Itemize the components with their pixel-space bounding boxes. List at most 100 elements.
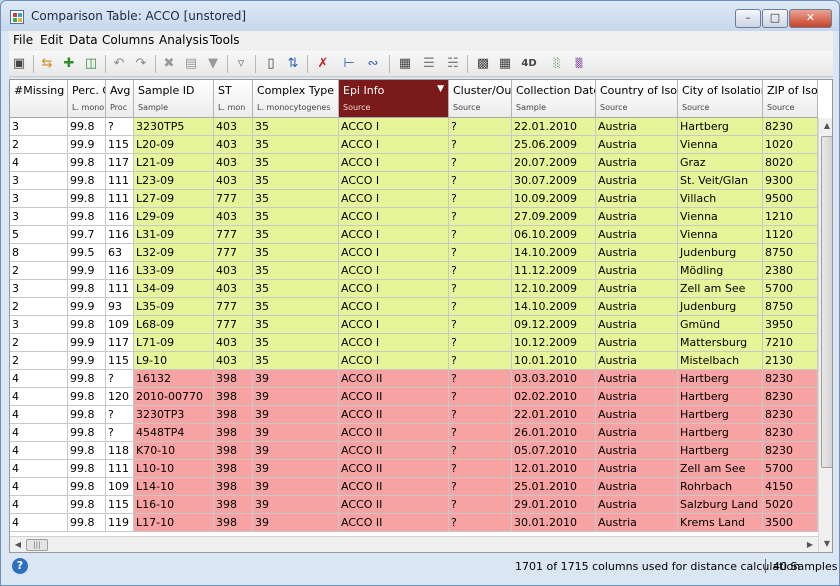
cell-average[interactable]: ? (106, 118, 134, 136)
cell-zip[interactable]: 8750 (763, 298, 818, 316)
column-header-city[interactable]: City of Isolation Source (678, 80, 763, 118)
cell-missing-values[interactable]: 3 (10, 316, 68, 334)
scroll-down-icon[interactable]: ▼ (819, 536, 832, 552)
cell-city[interactable]: St. Veit/Glan (678, 172, 763, 190)
table-row[interactable]: 4 99.8 109 L14-10 398 39 ACCO II? 25.01.2010 Aus… (10, 478, 818, 496)
cell-collection-date[interactable]: 29.01.2010 (512, 496, 596, 514)
column-header-missing-values[interactable]: #Missing v (10, 80, 68, 118)
filter-icon[interactable]: ▿ (231, 54, 251, 74)
4d-button[interactable]: 4D (517, 54, 541, 74)
menu-tools[interactable]: Tools (210, 33, 240, 47)
cell-missing-values[interactable]: 4 (10, 370, 68, 388)
cell-city[interactable]: Zell am See (678, 280, 763, 298)
cell-percent-good[interactable]: 99.9 (68, 352, 106, 370)
cell-city[interactable]: Vienna (678, 226, 763, 244)
cell-country[interactable]: Austria (596, 298, 678, 316)
tree-icon[interactable]: ⊢ (339, 54, 359, 74)
cell-complex-type[interactable]: 39 (253, 406, 339, 424)
cell-zip[interactable]: 8750 (763, 244, 818, 262)
cell-sequence-type[interactable]: 398 (214, 478, 253, 496)
table-row[interactable]: 4 99.8 120 2010-00770 398 39 ACCO II? 02.02.201… (10, 388, 818, 406)
cell-country[interactable]: Austria (596, 424, 678, 442)
cell-country[interactable]: Austria (596, 388, 678, 406)
cell-cluster-outbreak[interactable]: ? (449, 406, 512, 424)
cell-zip[interactable]: 2130 (763, 352, 818, 370)
cell-cluster-outbreak[interactable]: ? (449, 496, 512, 514)
cell-sample-id[interactable]: L16-10 (134, 496, 214, 514)
cell-average[interactable]: 109 (106, 478, 134, 496)
cell-sample-id[interactable]: L9-10 (134, 352, 214, 370)
cell-complex-type[interactable]: 35 (253, 118, 339, 136)
cell-epi-info[interactable]: ACCO I (339, 280, 449, 298)
cell-missing-values[interactable]: 4 (10, 154, 68, 172)
cell-collection-date[interactable]: 14.10.2009 (512, 244, 596, 262)
cell-percent-good[interactable]: 99.8 (68, 496, 106, 514)
cell-complex-type[interactable]: 35 (253, 154, 339, 172)
cell-average[interactable]: 116 (106, 208, 134, 226)
table-row[interactable]: 2 99.9 93 L35-09 777 35 ACCO I? 14.10.2009 Austr… (10, 298, 818, 316)
cell-city[interactable]: Judenburg (678, 298, 763, 316)
cell-zip[interactable]: 8230 (763, 370, 818, 388)
sequence-color-icon[interactable]: ▒ (569, 54, 589, 74)
cell-cluster-outbreak[interactable]: ? (449, 316, 512, 334)
cell-zip[interactable]: 5700 (763, 280, 818, 298)
cell-cluster-outbreak[interactable]: ? (449, 244, 512, 262)
cell-missing-values[interactable]: 3 (10, 118, 68, 136)
list-icon[interactable]: ☰ (419, 54, 439, 74)
collapse-rows-icon[interactable]: ▤ (181, 54, 201, 74)
cell-zip[interactable]: 3950 (763, 316, 818, 334)
cell-country[interactable]: Austria (596, 190, 678, 208)
redo-icon[interactable]: ↷ (131, 54, 151, 74)
cell-percent-good[interactable]: 99.9 (68, 334, 106, 352)
cell-cluster-outbreak[interactable]: ? (449, 388, 512, 406)
cell-complex-type[interactable]: 35 (253, 352, 339, 370)
cell-percent-good[interactable]: 99.8 (68, 118, 106, 136)
table-row[interactable]: 4 99.8 111 L10-10 398 39 ACCO II? 12.01.2010 Aus… (10, 460, 818, 478)
remove-tree-icon[interactable]: ✗ (313, 54, 333, 74)
table-row[interactable]: 4 99.8 115 L16-10 398 39 ACCO II? 29.01.2010 Aus… (10, 496, 818, 514)
cell-sequence-type[interactable]: 777 (214, 244, 253, 262)
column-header-collection-date[interactable]: Collection Date Sample (512, 80, 596, 118)
cell-missing-values[interactable]: 4 (10, 406, 68, 424)
cell-country[interactable]: Austria (596, 262, 678, 280)
cell-city[interactable]: Mödling (678, 262, 763, 280)
help-icon[interactable]: ? (12, 558, 28, 574)
cell-missing-values[interactable]: 2 (10, 136, 68, 154)
cell-cluster-outbreak[interactable]: ? (449, 208, 512, 226)
cell-country[interactable]: Austria (596, 136, 678, 154)
cell-zip[interactable]: 4150 (763, 478, 818, 496)
column-header-country[interactable]: Country of Isol Source (596, 80, 678, 118)
cell-sequence-type[interactable]: 777 (214, 298, 253, 316)
cell-average[interactable]: 109 (106, 316, 134, 334)
cell-cluster-outbreak[interactable]: ? (449, 298, 512, 316)
cell-missing-values[interactable]: 4 (10, 478, 68, 496)
cell-sample-id[interactable]: L27-09 (134, 190, 214, 208)
cell-missing-values[interactable]: 2 (10, 352, 68, 370)
cell-cluster-outbreak[interactable]: ? (449, 190, 512, 208)
column-header-epi-info[interactable]: Epi Info Source ▼ (339, 80, 449, 118)
merge-rows-icon[interactable]: ▼ (203, 54, 223, 74)
cell-sequence-type[interactable]: 398 (214, 424, 253, 442)
cell-collection-date[interactable]: 06.10.2009 (512, 226, 596, 244)
menu-analysis[interactable]: Analysis (159, 33, 208, 47)
cell-sequence-type[interactable]: 398 (214, 388, 253, 406)
cell-epi-info[interactable]: ACCO I (339, 226, 449, 244)
table-row[interactable]: 3 99.8 111 L23-09 403 35 ACCO I? 30.07.2009 Aust… (10, 172, 818, 190)
cell-epi-info[interactable]: ACCO I (339, 172, 449, 190)
cell-country[interactable]: Austria (596, 334, 678, 352)
cell-missing-values[interactable]: 4 (10, 442, 68, 460)
cell-collection-date[interactable]: 12.10.2009 (512, 280, 596, 298)
cell-epi-info[interactable]: ACCO I (339, 136, 449, 154)
cell-collection-date[interactable]: 30.01.2010 (512, 514, 596, 532)
cell-percent-good[interactable]: 99.8 (68, 478, 106, 496)
cell-country[interactable]: Austria (596, 370, 678, 388)
maximize-button[interactable]: □ (762, 9, 788, 28)
cell-sequence-type[interactable]: 403 (214, 136, 253, 154)
cell-average[interactable]: 111 (106, 460, 134, 478)
cell-average[interactable]: 111 (106, 190, 134, 208)
cell-sequence-type[interactable]: 777 (214, 190, 253, 208)
cell-collection-date[interactable]: 10.12.2009 (512, 334, 596, 352)
cell-epi-info[interactable]: ACCO I (339, 190, 449, 208)
cell-complex-type[interactable]: 39 (253, 388, 339, 406)
cell-percent-good[interactable]: 99.8 (68, 370, 106, 388)
